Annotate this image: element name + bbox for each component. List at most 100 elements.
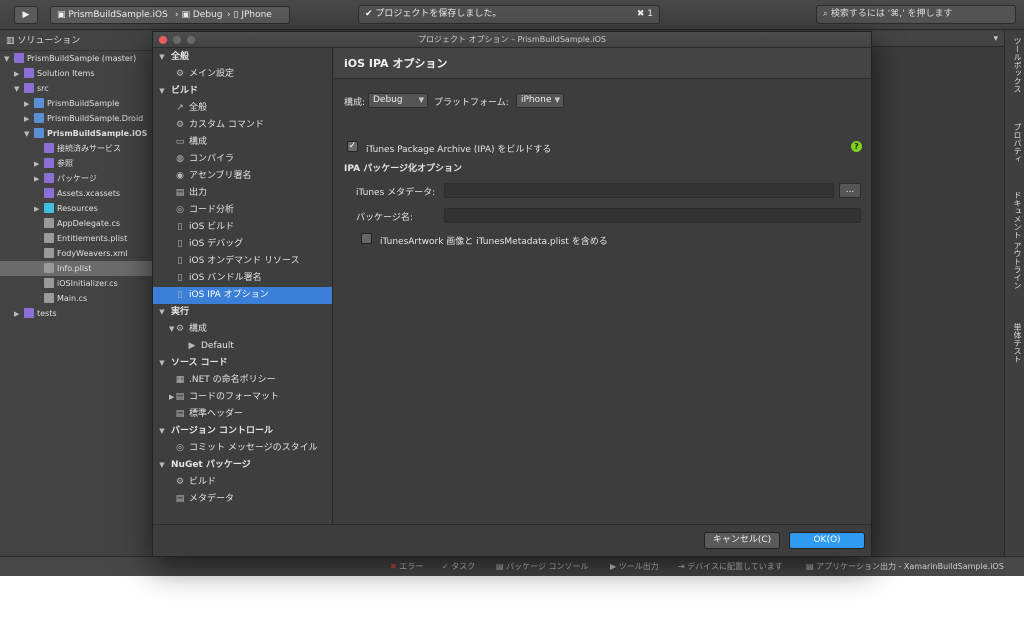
tree-item[interactable]: Assets.xcassets — [0, 186, 152, 201]
minimize-icon[interactable] — [173, 36, 181, 44]
project-selector[interactable]: ▣ PrismBuildSample.iOS — [57, 7, 168, 23]
nav-item[interactable]: ◉ アセンブリ署名 — [153, 168, 332, 185]
nav-category[interactable]: ▼ 全般 — [153, 49, 332, 66]
device-icon: ▯ — [233, 10, 239, 20]
nav-item[interactable]: ▯ iOS オンデマンド リソース — [153, 253, 332, 270]
tree-item[interactable]: ▼ PrismBuildSample (master) — [0, 51, 152, 66]
error-icon: ✖ — [390, 562, 397, 571]
nav-item[interactable]: ⚙ カスタム コマンド — [153, 117, 332, 134]
tree-item[interactable]: Info.plist — [0, 261, 152, 276]
nav-item[interactable]: ⚙ メイン設定 — [153, 66, 332, 83]
tree-item[interactable]: AppDelegate.cs — [0, 216, 152, 231]
nav-item[interactable]: ▤ 出力 — [153, 185, 332, 202]
project-icon: ▣ — [57, 10, 66, 20]
nav-item[interactable]: ▯ iOS バンドル署名 — [153, 270, 332, 287]
search-input[interactable]: ⌕ 検索するには '⌘,' を押します — [816, 5, 1016, 24]
tool-output-button[interactable]: ▶ ツール出力 — [610, 561, 659, 572]
disclosure-icon[interactable]: ▶ — [34, 172, 44, 187]
tree-item[interactable]: ▶ tests — [0, 306, 152, 321]
tree-item[interactable]: ▼ src — [0, 81, 152, 96]
nav-category[interactable]: ▼ NuGet パッケージ — [153, 457, 332, 474]
error-badge[interactable]: ✖ 1 — [637, 6, 653, 23]
tree-item[interactable]: ▶ PrismBuildSample.Droid — [0, 111, 152, 126]
package-name-field[interactable] — [444, 208, 861, 223]
tab-properties[interactable]: プロパティ — [1007, 123, 1023, 163]
nav-item[interactable]: ▯ iOS ビルド — [153, 219, 332, 236]
nav-item[interactable]: ▦ .NET の命名ポリシー — [153, 372, 332, 389]
tab-document-outline[interactable]: ドキュメント アウトライン — [1007, 191, 1023, 290]
disclosure-icon[interactable]: ▶ — [24, 112, 34, 127]
nav-item[interactable]: ▶ Default — [153, 338, 332, 355]
errors-pad-button[interactable]: ✖ エラー — [390, 561, 423, 572]
device-selector[interactable]: › ▯ JPhone — [227, 7, 272, 23]
nav-category[interactable]: ▼ ビルド — [153, 83, 332, 100]
disclosure-icon[interactable]: ▶ — [34, 157, 44, 172]
disclosure-icon[interactable]: ▼ — [4, 52, 14, 67]
nav-item[interactable]: ◎ コミット メッセージのスタイル — [153, 440, 332, 457]
build-ipa-checkbox[interactable]: ✓ — [347, 141, 358, 152]
disclosure-icon[interactable]: ▼ — [24, 127, 34, 142]
help-icon[interactable]: ? — [851, 141, 862, 152]
tree-item[interactable]: ▼ PrismBuildSample.iOS — [0, 126, 152, 141]
nav-item[interactable]: ⚙ ビルド — [153, 474, 332, 491]
deploy-output-button[interactable]: ⇥ デバイスに配置しています — [678, 561, 783, 572]
disclosure-icon[interactable]: ▶ — [14, 67, 24, 82]
disclosure-icon[interactable]: ▼ — [169, 321, 174, 338]
nav-label: iOS デバッグ — [189, 239, 244, 249]
nav-label: .NET の命名ポリシー — [189, 375, 276, 385]
nav-category[interactable]: ▼ 実行 — [153, 304, 332, 321]
build-target-selector[interactable]: ▣ PrismBuildSample.iOS › ▣ Debug › ▯ JPh… — [50, 6, 290, 24]
nav-item[interactable]: ▼ ⚙ 構成 — [153, 321, 332, 338]
tab-unit-tests[interactable]: 単体テスト — [1007, 323, 1023, 363]
nav-item[interactable]: ▭ 構成 — [153, 134, 332, 151]
config-selector[interactable]: › ▣ Debug — [175, 7, 222, 23]
nav-item[interactable]: ◍ コンパイラ — [153, 151, 332, 168]
tree-item-label: PrismBuildSample — [47, 99, 120, 108]
application-output-button[interactable]: ▤ アプリケーション出力 - XamarinBuildSample.iOS — [806, 561, 1004, 572]
disclosure-icon[interactable]: ▼ — [14, 82, 24, 97]
disclosure-icon[interactable]: ▶ — [14, 307, 24, 322]
checkmark-icon: ✓ — [348, 141, 357, 151]
tree-item[interactable]: ▶ Solution Items — [0, 66, 152, 81]
nav-item[interactable]: ▤ 標準ヘッダー — [153, 406, 332, 423]
options-nav-list: ▼ 全般 ⚙ メイン設定 ▼ ビルド ↗ 全般 ⚙ カスタム コマンド ▭ 構成 ◍ コンパイラ ◉ アセンブ… — [153, 48, 332, 508]
browse-button[interactable]: ... — [839, 183, 861, 198]
run-button[interactable]: ▶ — [14, 6, 38, 24]
tree-item[interactable]: Main.cs — [0, 291, 152, 306]
status-bar: ✔ プロジェクトを保存しました。 ✖ 1 — [358, 5, 660, 24]
close-icon[interactable] — [159, 36, 167, 44]
tab-toolbox[interactable]: ツールボックス — [1007, 37, 1023, 93]
itunes-metadata-field[interactable] — [444, 183, 834, 198]
nav-item[interactable]: ▶ ▤ コードのフォーマット — [153, 389, 332, 406]
tree-item[interactable]: ▶ パッケージ — [0, 171, 152, 186]
tree-item[interactable]: Entitlements.plist — [0, 231, 152, 246]
tasks-pad-button[interactable]: ✓ タスク — [442, 561, 475, 572]
package-console-button[interactable]: ▤ パッケージ コンソール — [496, 561, 589, 572]
nav-item[interactable]: ▯ iOS IPA オプション — [153, 287, 332, 304]
nav-item[interactable]: ▤ メタデータ — [153, 491, 332, 508]
zoom-icon[interactable] — [187, 36, 195, 44]
disclosure-icon[interactable]: ▶ — [169, 389, 174, 406]
nav-item[interactable]: ▯ iOS デバッグ — [153, 236, 332, 253]
platform-dropdown[interactable]: iPhone ▼ — [516, 93, 564, 108]
tree-item[interactable]: ▶ Resources — [0, 201, 152, 216]
tree-item[interactable]: ▶ 参照 — [0, 156, 152, 171]
tree-item[interactable]: FodyWeavers.xml — [0, 246, 152, 261]
nav-category[interactable]: ▼ ソース コード — [153, 355, 332, 372]
nav-category[interactable]: ▼ バージョン コントロール — [153, 423, 332, 440]
disclosure-icon[interactable]: ▶ — [34, 202, 44, 217]
disclosure-icon: ▼ — [159, 359, 165, 367]
include-artwork-checkbox[interactable] — [361, 233, 372, 244]
tree-item[interactable]: iOSInitializer.cs — [0, 276, 152, 291]
tree-item[interactable]: 接続済みサービス — [0, 141, 152, 156]
config-dropdown[interactable]: Debug ▼ — [368, 93, 428, 108]
cancel-button[interactable]: キャンセル(C) — [704, 532, 780, 549]
chevron-down-icon[interactable]: ▾ — [993, 34, 998, 44]
nav-item[interactable]: ↗ 全般 — [153, 100, 332, 117]
ok-button[interactable]: OK(O) — [789, 532, 865, 549]
nav-item[interactable]: ◎ コード分析 — [153, 202, 332, 219]
tree-item[interactable]: ▶ PrismBuildSample — [0, 96, 152, 111]
platform-value: iPhone — [521, 95, 552, 105]
build-ipa-label: iTunes Package Archive (IPA) をビルドする — [366, 145, 552, 155]
disclosure-icon[interactable]: ▶ — [24, 97, 34, 112]
